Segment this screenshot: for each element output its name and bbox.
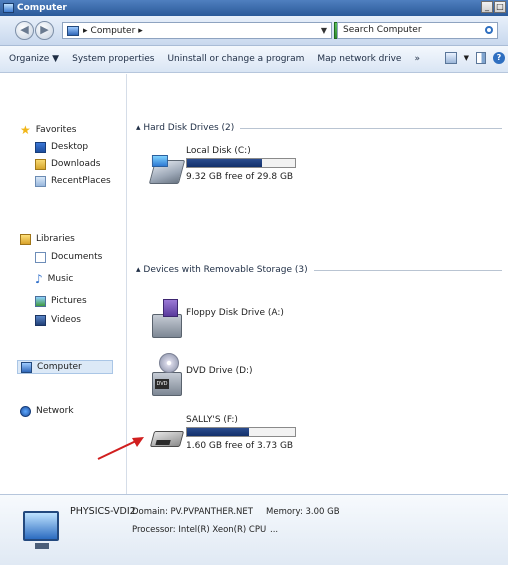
search-input[interactable]: Search Computer (337, 22, 498, 39)
nav-label: Downloads (51, 159, 101, 169)
maximize-button[interactable]: □ (494, 1, 506, 13)
group-hdd-label: Hard Disk Drives (2) (143, 123, 235, 133)
drive-name: SALLY'S (F:) (186, 415, 238, 425)
nav-recent-places[interactable]: RecentPlaces (35, 174, 111, 188)
navigation-pane: ★ Favorites Desktop Downloads RecentPlac… (0, 74, 127, 494)
breadcrumb-sep-icon: ▸ (138, 25, 143, 36)
nav-favorites[interactable]: ★ Favorites (20, 123, 76, 137)
chevron-down-icon[interactable]: ▼ (464, 54, 469, 62)
drive-free-space: 9.32 GB free of 29.8 GB (186, 172, 294, 182)
nav-videos[interactable]: Videos (35, 313, 81, 327)
music-icon: ♪ (35, 271, 43, 286)
nav-label: Desktop (51, 142, 89, 152)
nav-label: Music (47, 274, 74, 284)
group-label: ▴ Hard Disk Drives (2) (136, 123, 235, 133)
nav-libraries[interactable]: Libraries (20, 232, 75, 246)
minimize-button[interactable]: _ (481, 1, 493, 13)
nav-network[interactable]: Network (20, 404, 74, 418)
group-removable-label: Devices with Removable Storage (3) (143, 265, 308, 275)
command-bar: Organize ▼ System properties Uninstall o… (0, 46, 508, 73)
nav-computer[interactable]: Computer (17, 360, 113, 374)
usage-bar (186, 158, 296, 168)
uninstall-program-button[interactable]: Uninstall or change a program (167, 54, 304, 64)
address-field[interactable]: ▸ Computer ▸ ▼ (62, 22, 332, 39)
group-label: ▴ Devices with Removable Storage (3) (136, 265, 308, 275)
forward-button[interactable]: ▶ (35, 21, 54, 40)
drive-name: DVD Drive (D:) (186, 366, 253, 376)
computer-icon (21, 361, 32, 373)
star-icon: ★ (20, 122, 31, 137)
annotation-arrow (97, 437, 144, 460)
nav-label: Favorites (35, 125, 77, 135)
more-commands-button[interactable]: » (414, 54, 420, 64)
drive-name: Floppy Disk Drive (A:) (186, 308, 284, 318)
drive-free-space: 1.60 GB free of 3.73 GB (186, 441, 294, 451)
content-pane: ▴ Hard Disk Drives (2) Local Disk (C:) 9… (128, 74, 508, 494)
computer-name: PHYSICS-VDI2 (70, 506, 136, 517)
breadcrumb-sep-icon: ▸ (83, 25, 88, 36)
help-icon[interactable]: ? (493, 52, 505, 64)
documents-icon (35, 251, 46, 263)
usage-bar-fill (187, 428, 249, 436)
chevron-down-icon[interactable]: ▼ (321, 26, 327, 35)
recent-places-icon (35, 175, 46, 187)
nav-label: Documents (51, 252, 103, 262)
nav-label: Network (36, 406, 74, 416)
videos-icon (35, 314, 46, 326)
drive-name: Local Disk (C:) (186, 146, 251, 156)
nav-label: RecentPlaces (51, 176, 111, 186)
back-button[interactable]: ◀ (15, 21, 34, 40)
group-divider (240, 127, 502, 129)
group-removable-storage[interactable]: ▴ Devices with Removable Storage (3) (136, 265, 502, 275)
search-placeholder: Search Computer (343, 25, 422, 35)
organize-button[interactable]: Organize ▼ (9, 54, 59, 64)
address-bar-row: ◀ ▶ ▸ Computer ▸ ▼ ↻ Search Computer (0, 16, 508, 46)
preview-pane-icon[interactable] (476, 52, 486, 64)
downloads-folder-icon (35, 158, 46, 170)
processor-label: Processor: Intel(R) Xeon(R) CPU (132, 525, 267, 535)
title-bar: Computer _ □ (0, 0, 508, 16)
ellipsis-label: ... (270, 525, 279, 535)
nav-label: Libraries (36, 234, 75, 244)
nav-pictures[interactable]: Pictures (35, 294, 87, 308)
group-divider (313, 269, 502, 271)
domain-label: Domain: PV.PVPANTHER.NET (132, 507, 253, 517)
breadcrumb-computer[interactable]: Computer (91, 26, 136, 36)
desktop-icon (35, 141, 46, 153)
floppy-drive-icon (152, 299, 182, 338)
hard-disk-icon (148, 160, 186, 184)
memory-label: Memory: 3.00 GB (266, 507, 340, 517)
details-pane: PHYSICS-VDI2 Domain: PV.PVPANTHER.NET Me… (0, 494, 508, 565)
group-hard-disk-drives[interactable]: ▴ Hard Disk Drives (2) (136, 123, 502, 133)
nav-documents[interactable]: Documents (35, 250, 102, 264)
computer-icon (23, 511, 59, 549)
nav-downloads[interactable]: Downloads (35, 157, 100, 171)
usage-bar-fill (187, 159, 262, 167)
search-icon[interactable] (485, 26, 493, 34)
nav-desktop[interactable]: Desktop (35, 140, 88, 154)
system-properties-button[interactable]: System properties (72, 54, 154, 64)
libraries-icon (20, 233, 31, 245)
network-icon (20, 405, 31, 417)
map-network-drive-button[interactable]: Map network drive (317, 54, 401, 64)
nav-music[interactable]: ♪ Music (35, 272, 73, 286)
computer-icon (3, 3, 14, 13)
window-title: Computer (17, 3, 67, 13)
dvd-drive-icon (152, 353, 182, 396)
nav-label: Computer (37, 362, 82, 372)
usb-drive-icon (149, 431, 185, 447)
window-controls: _ □ (481, 1, 506, 13)
pictures-icon (35, 295, 46, 307)
usage-bar (186, 427, 296, 437)
change-view-icon[interactable] (444, 52, 457, 64)
computer-icon (67, 25, 79, 36)
nav-label: Videos (51, 315, 81, 325)
nav-label: Pictures (51, 296, 87, 306)
